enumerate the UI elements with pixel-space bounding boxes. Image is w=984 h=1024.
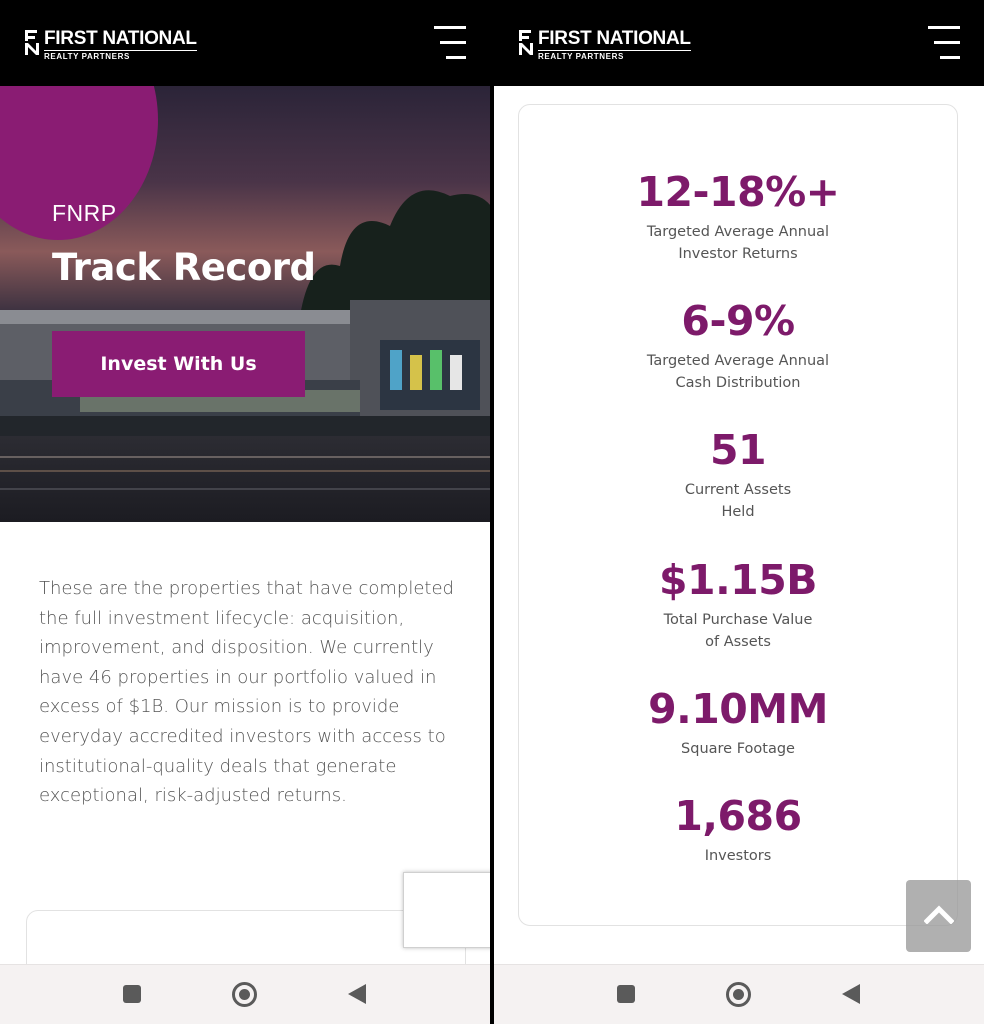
stat-value: 9.10MM — [648, 685, 828, 733]
stats-card: 12-18%+ Targeted Average Annual Investor… — [518, 104, 958, 926]
brand-logo[interactable]: FIRST NATIONAL REALTY PARTNERS — [518, 28, 691, 61]
right-screen: FIRST NATIONAL REALTY PARTNERS 12-18%+ T… — [494, 0, 984, 1024]
stat-purchase-value: $1.15B Total Purchase Value of Assets — [519, 557, 957, 653]
stat-label: Targeted Average Annual Investor Returns — [646, 224, 830, 262]
chevron-up-icon — [924, 905, 954, 924]
back-triangle-icon[interactable] — [842, 984, 860, 1004]
back-triangle-icon[interactable] — [348, 984, 366, 1004]
road — [0, 436, 490, 522]
stat-value: 6-9% — [681, 297, 795, 345]
hamburger-icon[interactable] — [928, 26, 960, 60]
stat-label: Total Purchase Value of Assets — [663, 612, 813, 650]
brand-logo[interactable]: FIRST NATIONAL REALTY PARTNERS — [24, 28, 197, 61]
hero-banner: FNRP Track Record Invest With Us — [0, 86, 490, 522]
intro-paragraph: These are the properties that have compl… — [39, 578, 454, 807]
stat-label: Current Assets Held — [684, 482, 792, 520]
android-nav-bar — [494, 964, 984, 1024]
hero-eyebrow: FNRP — [52, 200, 117, 226]
stat-square-footage: 9.10MM Square Footage — [519, 686, 957, 760]
brand-name: FIRST NATIONAL — [44, 28, 197, 51]
brand-tagline: REALTY PARTNERS — [538, 52, 624, 61]
stat-label: Targeted Average Annual Cash Distributio… — [646, 353, 830, 391]
top-bar: FIRST NATIONAL REALTY PARTNERS — [494, 0, 984, 86]
recents-square-icon[interactable] — [123, 985, 141, 1003]
stat-current-assets: 51 Current Assets Held — [519, 427, 957, 523]
stat-investors: 1,686 Investors — [519, 793, 957, 867]
recents-square-icon[interactable] — [617, 985, 635, 1003]
page-title: Track Record — [52, 246, 316, 289]
back-to-top-button[interactable] — [906, 880, 971, 952]
home-circle-icon[interactable] — [232, 982, 257, 1007]
fn-monogram-icon — [25, 30, 39, 55]
stat-label: Investors — [704, 848, 772, 864]
home-circle-icon[interactable] — [726, 982, 751, 1007]
stat-cash-distribution: 6-9% Targeted Average Annual Cash Distri… — [519, 298, 957, 394]
hamburger-icon[interactable] — [434, 26, 466, 60]
stat-value: 1,686 — [674, 792, 802, 840]
invest-with-us-button[interactable]: Invest With Us — [52, 331, 305, 397]
android-nav-bar — [0, 964, 490, 1024]
brand-tagline: REALTY PARTNERS — [44, 52, 130, 61]
stat-value: 12-18%+ — [636, 168, 840, 216]
fn-monogram-icon — [519, 30, 533, 55]
stat-label: Square Footage — [681, 741, 795, 757]
stat-investor-returns: 12-18%+ Targeted Average Annual Investor… — [519, 169, 957, 265]
stat-value: $1.15B — [659, 556, 817, 604]
left-screen: FIRST NATIONAL REALTY PARTNERS FNRP Trac… — [0, 0, 490, 1024]
top-bar: FIRST NATIONAL REALTY PARTNERS — [0, 0, 490, 86]
stat-value: 51 — [709, 426, 767, 474]
recaptcha-badge[interactable] — [403, 872, 490, 948]
brand-name: FIRST NATIONAL — [538, 28, 691, 51]
